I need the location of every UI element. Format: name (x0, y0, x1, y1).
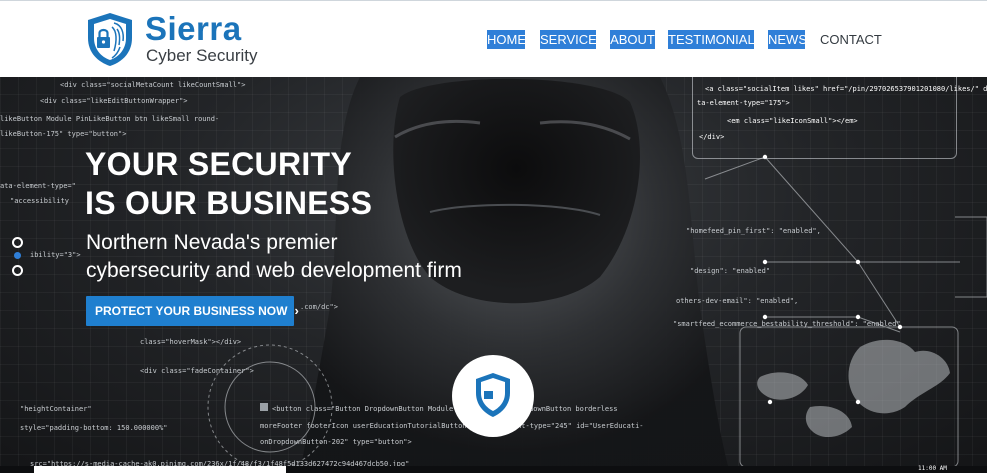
background-code-line: <div class="fadeContainer"> (140, 367, 254, 375)
nav-news[interactable]: NEWS (768, 30, 807, 49)
protect-business-button[interactable]: PROTECT YOUR BUSINESS NOW › (86, 296, 299, 326)
shield-lock-icon (88, 13, 132, 66)
hero-headline: YOUR SECURITY IS OUR BUSINESS (85, 145, 372, 223)
background-code-line: "heightContainer" (20, 405, 92, 413)
nav-services[interactable]: SERVICES (540, 30, 606, 49)
background-code-line: <button class="Button DropdownButton Mod… (272, 405, 618, 413)
floating-logo-badge[interactable] (452, 355, 534, 437)
code-line: <a class="socialItem likes" href="/pin/2… (705, 85, 987, 93)
background-code-line: <div class="likeEditButtonWrapper"> (40, 97, 188, 105)
brand-subtitle: Cyber Security (146, 46, 258, 65)
site-logo[interactable]: Sierra Cyber Security (84, 11, 259, 69)
background-code-line: <div class="socialMetaCount likeCountSma… (60, 81, 246, 89)
background-code-line: "accessibility (10, 197, 70, 205)
cta-label: PROTECT YOUR BUSINESS NOW (95, 304, 288, 318)
tagline-line: cybersecurity and web development firm (86, 259, 462, 282)
background-code-line: style="padding-bottom: 150.000000%" (20, 424, 168, 432)
headline-line: YOUR SECURITY (85, 146, 353, 182)
code-line: </div> (699, 133, 725, 141)
brand-name: Sierra (145, 10, 242, 47)
background-code-line: "smartfeed_ecommerce_bestability_thresho… (673, 320, 901, 328)
background-code-line: .com/dc"> (300, 303, 338, 311)
background-code-line: class="hoverMask"></div> (140, 338, 242, 346)
nav-testimonials[interactable]: TESTIMONIALS (668, 30, 763, 49)
background-code-line: ata-element-type=" (0, 182, 76, 190)
hero-tagline: Northern Nevada's premier cybersecurity … (86, 229, 462, 285)
tagline-line: Northern Nevada's premier (86, 231, 338, 254)
slider-dot[interactable] (12, 265, 23, 276)
background-code-line: "homefeed_pin_first": "enabled", (686, 227, 821, 235)
background-code-line: likeButton-175" type="button"> (0, 130, 127, 138)
status-time: 11:00 AM (918, 465, 947, 472)
bottom-strip-highlight (34, 466, 286, 473)
code-line: <em class="likeIconSmall"></em> (727, 117, 858, 125)
code-panel: <a class="socialItem likes" href="/pin/2… (692, 77, 987, 159)
chevron-right-icon: › (294, 303, 299, 318)
background-code-line: "design": "enabled" (690, 267, 771, 275)
slider-dots (12, 237, 24, 277)
shield-lock-icon (476, 373, 510, 417)
slider-active-indicator (14, 252, 21, 259)
headline-line: IS OUR BUSINESS (85, 185, 373, 221)
slider-dot[interactable] (12, 237, 23, 248)
nav-home[interactable]: HOME (487, 30, 526, 49)
nav-about[interactable]: ABOUT (610, 30, 655, 49)
nav-contact[interactable]: CONTACT (820, 30, 882, 49)
background-code-line: ibility="3"> (30, 251, 81, 259)
background-code-line: others-dev-email": "enabled", (676, 297, 799, 305)
background-code-line: likeButton Module PinLikeButton btn like… (0, 115, 220, 123)
site-header: Sierra Cyber Security HOME SERVICES ABOU… (0, 0, 987, 77)
code-line: ta-element-type="175"> (697, 99, 790, 107)
background-code-line: onDropdownButton-202" type="button"> (260, 438, 412, 446)
